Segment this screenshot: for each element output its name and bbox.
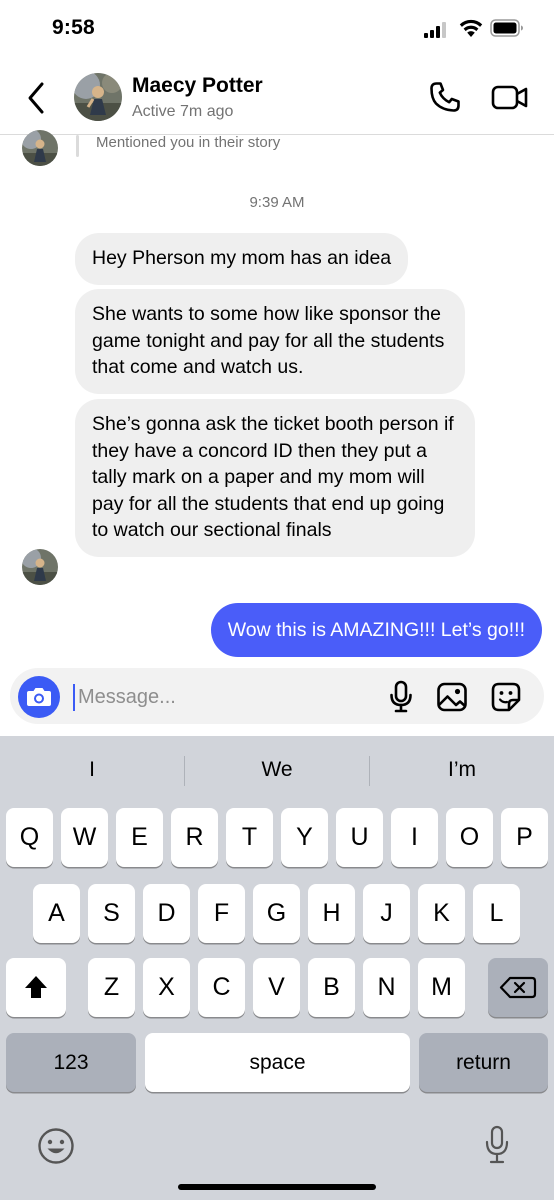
key-s[interactable]: S bbox=[88, 884, 135, 943]
key-k[interactable]: K bbox=[418, 884, 465, 943]
key-i[interactable]: I bbox=[391, 808, 438, 867]
key-d[interactable]: D bbox=[143, 884, 190, 943]
space-key[interactable]: space bbox=[145, 1033, 410, 1092]
contact-avatar-small bbox=[22, 130, 58, 166]
camera-icon bbox=[27, 688, 51, 706]
key-t[interactable]: T bbox=[226, 808, 273, 867]
incoming-message[interactable]: She wants to some how like sponsor the g… bbox=[75, 289, 465, 394]
voice-call-button[interactable] bbox=[428, 80, 462, 114]
story-reply-bar bbox=[76, 135, 79, 157]
image-gallery-icon bbox=[437, 682, 467, 712]
numbers-key[interactable]: 123 bbox=[6, 1033, 136, 1092]
suggestion-item[interactable]: I bbox=[0, 748, 184, 792]
key-y[interactable]: Y bbox=[281, 808, 328, 867]
sticker-icon bbox=[491, 682, 521, 712]
suggestion-item[interactable]: We bbox=[185, 748, 369, 792]
voice-message-button[interactable] bbox=[388, 680, 414, 714]
key-j[interactable]: J bbox=[363, 884, 410, 943]
contact-name[interactable]: Maecy Potter bbox=[132, 74, 263, 98]
key-x[interactable]: X bbox=[143, 958, 190, 1017]
key-o[interactable]: O bbox=[446, 808, 493, 867]
dictation-microphone-icon bbox=[485, 1125, 509, 1164]
outgoing-message[interactable]: Wow this is AMAZING!!! Let’s go!!! bbox=[210, 603, 542, 657]
home-indicator[interactable] bbox=[178, 1184, 376, 1190]
key-p[interactable]: P bbox=[501, 808, 548, 867]
key-r[interactable]: R bbox=[171, 808, 218, 867]
key-b[interactable]: B bbox=[308, 958, 355, 1017]
message-input[interactable] bbox=[78, 682, 368, 712]
incoming-message[interactable]: She’s gonna ask the ticket booth person … bbox=[75, 399, 475, 557]
emoji-button[interactable] bbox=[36, 1126, 76, 1166]
delete-key[interactable] bbox=[488, 958, 548, 1017]
emoji-icon bbox=[38, 1128, 74, 1164]
battery-icon bbox=[490, 19, 524, 37]
video-camera-icon bbox=[491, 85, 528, 110]
key-q[interactable]: Q bbox=[6, 808, 53, 867]
key-w[interactable]: W bbox=[61, 808, 108, 867]
key-u[interactable]: U bbox=[336, 808, 383, 867]
key-v[interactable]: V bbox=[253, 958, 300, 1017]
gallery-button[interactable] bbox=[436, 681, 468, 713]
shift-key[interactable] bbox=[6, 958, 66, 1017]
suggestion-item[interactable]: I’m bbox=[370, 748, 554, 792]
key-h[interactable]: H bbox=[308, 884, 355, 943]
wifi-icon bbox=[458, 18, 484, 38]
sticker-button[interactable] bbox=[490, 681, 522, 713]
key-n[interactable]: N bbox=[363, 958, 410, 1017]
contact-active-status: Active 7m ago bbox=[132, 103, 234, 120]
contact-avatar[interactable] bbox=[74, 73, 122, 121]
dictation-button[interactable] bbox=[482, 1124, 512, 1166]
story-mention-text[interactable]: Mentioned you in their story bbox=[96, 134, 280, 151]
key-a[interactable]: A bbox=[33, 884, 80, 943]
message-timestamp: 9:39 AM bbox=[249, 194, 305, 211]
key-l[interactable]: L bbox=[473, 884, 520, 943]
cellular-signal-icon bbox=[424, 22, 446, 38]
status-time: 9:58 bbox=[52, 16, 95, 39]
shift-arrow-icon bbox=[25, 976, 47, 998]
key-m[interactable]: M bbox=[418, 958, 465, 1017]
video-call-button[interactable] bbox=[490, 80, 530, 114]
key-e[interactable]: E bbox=[116, 808, 163, 867]
key-z[interactable]: Z bbox=[88, 958, 135, 1017]
key-g[interactable]: G bbox=[253, 884, 300, 943]
contact-avatar-small bbox=[22, 549, 58, 585]
return-key[interactable]: return bbox=[419, 1033, 548, 1092]
key-c[interactable]: C bbox=[198, 958, 245, 1017]
phone-icon bbox=[430, 82, 460, 112]
back-chevron-icon bbox=[28, 82, 44, 114]
backspace-icon bbox=[499, 976, 537, 999]
back-button[interactable] bbox=[20, 78, 54, 118]
text-cursor bbox=[73, 684, 75, 711]
microphone-icon bbox=[390, 680, 412, 713]
incoming-message[interactable]: Hey Pherson my mom has an idea bbox=[75, 233, 409, 285]
key-f[interactable]: F bbox=[198, 884, 245, 943]
camera-button[interactable] bbox=[18, 676, 60, 718]
